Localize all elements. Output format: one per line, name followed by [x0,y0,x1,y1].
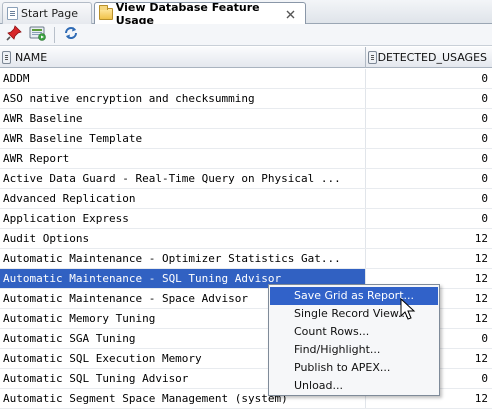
refresh-button[interactable] [61,26,81,44]
cell-name[interactable]: Active Data Guard - Real-Time Query on P… [0,169,366,188]
column-header-name[interactable]: NAME [0,47,366,68]
cell-detected-usages[interactable]: 0 [366,149,492,168]
column-header-name-label: NAME [15,51,48,64]
table-row[interactable]: AWR Baseline 0 [0,109,492,129]
folder-icon [99,5,113,20]
refresh-icon [63,25,79,44]
column-header-usages-label: DETECTED_USAGES [377,51,487,64]
cell-detected-usages[interactable]: 0 [366,109,492,128]
pin-icon [6,25,22,44]
cell-detected-usages[interactable]: 0 [366,209,492,228]
cell-detected-usages[interactable]: 12 [366,249,492,268]
table-row[interactable]: Advanced Replication 0 [0,189,492,209]
grid-toolbar [0,24,492,46]
cell-name[interactable]: AWR Report [0,149,366,168]
tab-start-page[interactable]: Start Page [2,2,92,24]
editor-tab-strip: Start Page View Database Feature Usage [0,0,492,27]
cell-detected-usages[interactable]: 12 [366,229,492,248]
column-sort-icon[interactable] [2,51,11,64]
grid-header: NAME DETECTED_USAGES [0,47,492,68]
cell-detected-usages[interactable]: 0 [366,129,492,148]
page-icon [7,7,18,20]
table-row[interactable]: Audit Options 12 [0,229,492,249]
tab-view-database-feature-usage[interactable]: View Database Feature Usage [94,1,306,27]
cell-name[interactable]: ASO native encryption and checksumming [0,89,366,108]
run-sql-button[interactable] [28,26,48,44]
cell-detected-usages[interactable]: 0 [366,69,492,88]
cell-name[interactable]: Advanced Replication [0,189,366,208]
cell-detected-usages[interactable]: 0 [366,89,492,108]
table-row[interactable]: Active Data Guard - Real-Time Query on P… [0,169,492,189]
table-row[interactable]: AWR Report 0 [0,149,492,169]
menu-item-unload[interactable]: Unload... [270,377,438,395]
sql-run-icon [29,25,47,44]
pin-button[interactable] [4,25,24,44]
cell-name[interactable]: ADDM [0,69,366,88]
table-row[interactable]: AWR Baseline Template 0 [0,129,492,149]
cell-name[interactable]: AWR Baseline Template [0,129,366,148]
toolbar-separator [54,26,55,43]
table-row[interactable]: ASO native encryption and checksumming 0 [0,89,492,109]
column-header-detected-usages[interactable]: DETECTED_USAGES [366,47,491,68]
cell-detected-usages[interactable]: 0 [366,169,492,188]
column-sort-icon[interactable] [368,51,377,64]
tab-start-page-label: Start Page [21,7,78,20]
cell-name[interactable]: Application Express [0,209,366,228]
cell-name[interactable]: Audit Options [0,229,366,248]
menu-item-publish-to-apex[interactable]: Publish to APEX... [270,359,438,377]
cell-name[interactable]: AWR Baseline [0,109,366,128]
table-row[interactable]: ADDM 0 [0,69,492,89]
table-row[interactable]: Automatic Maintenance - Optimizer Statis… [0,249,492,269]
menu-item-count-rows[interactable]: Count Rows... [270,323,438,341]
menu-item-find-highlight[interactable]: Find/Highlight... [270,341,438,359]
mouse-pointer-icon [400,297,416,322]
table-row[interactable]: Application Express 0 [0,209,492,229]
cell-name[interactable]: Automatic Maintenance - Optimizer Statis… [0,249,366,268]
cell-detected-usages[interactable]: 0 [366,189,492,208]
close-icon[interactable] [284,7,297,21]
